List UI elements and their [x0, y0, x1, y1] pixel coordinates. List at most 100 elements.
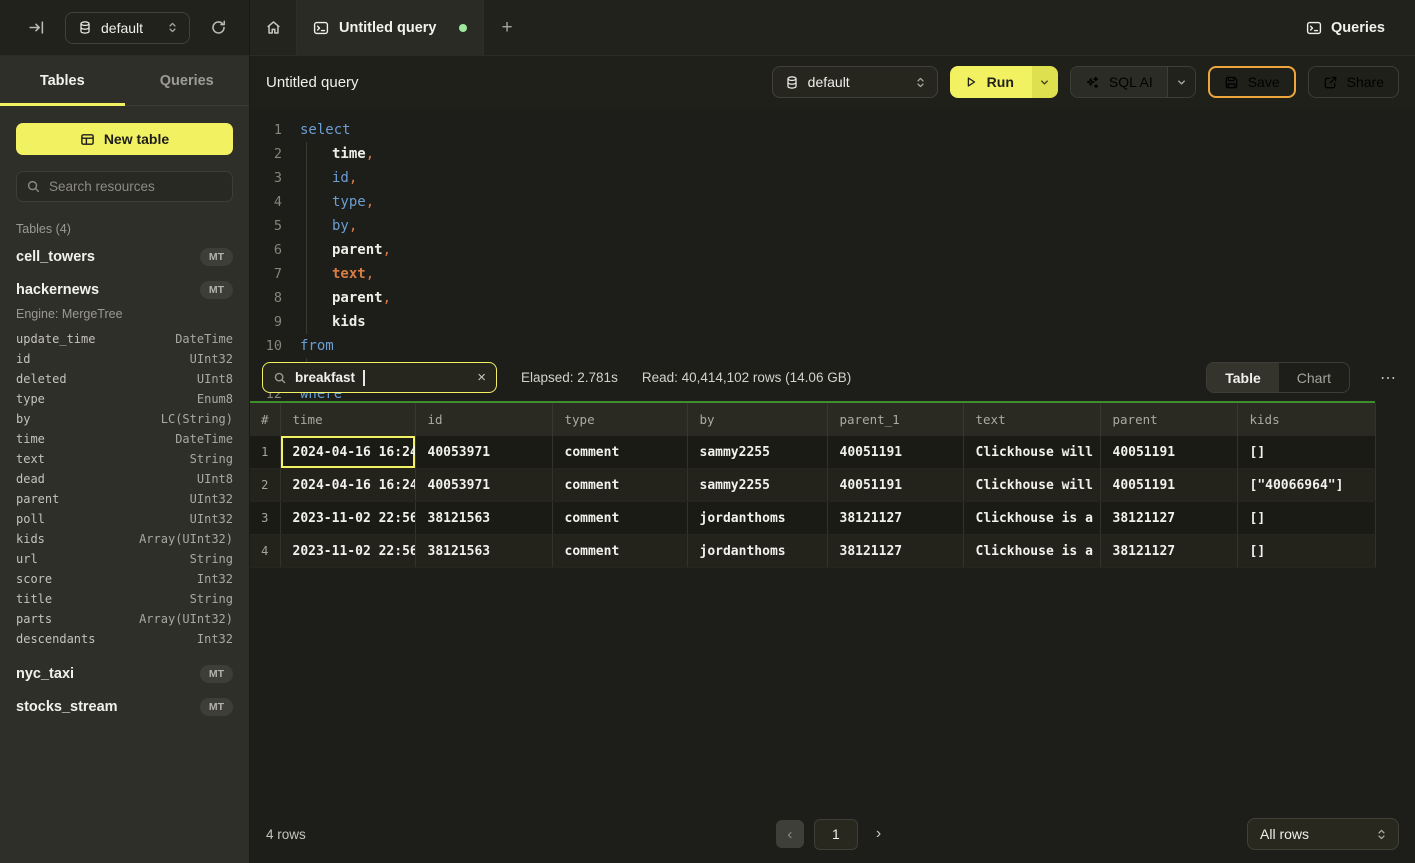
table-cell[interactable]: 38121127	[1100, 502, 1237, 535]
sidebar-tab-queries[interactable]: Queries	[125, 56, 250, 105]
indent-guide	[306, 190, 332, 214]
column-type: Int32	[197, 632, 233, 646]
table-cell[interactable]: 40051191	[827, 469, 963, 502]
row-count-label: 4 rows	[266, 827, 776, 842]
column-header[interactable]: #	[250, 403, 280, 436]
table-cell[interactable]: 40053971	[415, 469, 552, 502]
page-number-input[interactable]: 1	[814, 819, 858, 850]
search-resources-input[interactable]	[16, 171, 233, 202]
table-item[interactable]: stocks_streamMT	[16, 690, 233, 723]
tab-untitled-query[interactable]: Untitled query	[297, 0, 484, 55]
table-cell[interactable]: Clickhouse is a …	[963, 502, 1100, 535]
view-tab-table[interactable]: Table	[1207, 363, 1279, 392]
table-cell[interactable]: ["40066964"]	[1237, 469, 1375, 502]
table-cell[interactable]: 2023-11-02 22:56…	[280, 535, 415, 568]
column-row: byLC(String)	[16, 409, 233, 429]
table-cell[interactable]: []	[1237, 502, 1375, 535]
column-name: descendants	[16, 632, 95, 646]
page-size-selector[interactable]: All rows	[1247, 818, 1399, 850]
token: by	[332, 218, 349, 234]
table-cell[interactable]: jordanthoms	[687, 535, 827, 568]
sql-ai-main[interactable]: SQL AI	[1071, 67, 1167, 97]
column-row: deadUInt8	[16, 469, 233, 489]
token: kids	[332, 314, 366, 330]
home-button[interactable]	[250, 0, 297, 55]
new-table-button[interactable]: New table	[16, 123, 233, 155]
table-cell[interactable]: Clickhouse will …	[963, 436, 1100, 469]
sql-ai-button[interactable]: SQL AI	[1070, 66, 1196, 98]
query-title: Untitled query	[266, 74, 359, 91]
code-text: parent,	[300, 286, 391, 310]
table-cell[interactable]: 2023-11-02 22:56…	[280, 502, 415, 535]
table-cell[interactable]: sammy2255	[687, 469, 827, 502]
refresh-button[interactable]	[206, 15, 231, 40]
code-text: parent,	[300, 238, 391, 262]
column-header[interactable]: kids	[1237, 403, 1375, 436]
table-cell[interactable]: comment	[552, 469, 687, 502]
sql-ai-caret[interactable]	[1167, 67, 1195, 97]
column-header[interactable]: time	[280, 403, 415, 436]
table-cell[interactable]: []	[1237, 535, 1375, 568]
table-cell[interactable]: 40051191	[1100, 469, 1237, 502]
column-type: String	[190, 452, 233, 466]
column-header[interactable]: type	[552, 403, 687, 436]
table-cell[interactable]: 38121127	[827, 502, 963, 535]
table-cell[interactable]: comment	[552, 436, 687, 469]
table-item[interactable]: cell_towersMT	[16, 240, 233, 273]
table-cell[interactable]: Clickhouse is a …	[963, 535, 1100, 568]
collapse-sidebar-button[interactable]	[24, 15, 49, 40]
query-database-selector[interactable]: default	[772, 66, 938, 98]
table-cell[interactable]: 38121563	[415, 502, 552, 535]
table-cell[interactable]: 2024-04-16 16:24…	[280, 436, 415, 469]
run-options-caret[interactable]	[1032, 66, 1058, 98]
table-cell[interactable]: jordanthoms	[687, 502, 827, 535]
column-header[interactable]: text	[963, 403, 1100, 436]
table-cell[interactable]: 40051191	[827, 436, 963, 469]
table-cell[interactable]: 38121563	[415, 535, 552, 568]
table-cell[interactable]: comment	[552, 535, 687, 568]
save-button[interactable]: Save	[1208, 66, 1296, 98]
column-header[interactable]: parent_1	[827, 403, 963, 436]
queries-button[interactable]: Queries	[1306, 0, 1385, 55]
engine-badge: MT	[200, 281, 233, 299]
database-selector[interactable]: default	[65, 12, 190, 44]
token: type	[332, 194, 366, 210]
chevron-down-icon	[1039, 77, 1050, 88]
table-cell[interactable]: 38121127	[1100, 535, 1237, 568]
table-item[interactable]: hackernewsMT	[16, 273, 233, 306]
table-cell[interactable]: []	[1237, 436, 1375, 469]
previous-page-button[interactable]: ‹	[776, 820, 804, 848]
table-cell[interactable]: 38121127	[827, 535, 963, 568]
sidebar-tab-tables[interactable]: Tables	[0, 56, 125, 105]
sidebar-body: New table Tables (4) cell_towersMThacker…	[0, 106, 249, 863]
run-button[interactable]: Run	[950, 66, 1058, 98]
column-header[interactable]: id	[415, 403, 552, 436]
column-name: type	[16, 392, 45, 406]
table-item[interactable]: nyc_taxiMT	[16, 657, 233, 690]
line-number: 9	[250, 310, 282, 334]
table-cell[interactable]: comment	[552, 502, 687, 535]
column-name: by	[16, 412, 30, 426]
table-cell[interactable]: 40053971	[415, 436, 552, 469]
view-tab-chart[interactable]: Chart	[1279, 363, 1349, 392]
table-cell[interactable]: sammy2255	[687, 436, 827, 469]
new-table-label: New table	[104, 131, 169, 147]
table-cell[interactable]: 40051191	[1100, 436, 1237, 469]
more-options-button[interactable]: ⋯	[1374, 364, 1403, 392]
results-empty-space	[250, 568, 1415, 805]
share-button[interactable]: Share	[1308, 66, 1399, 98]
column-header[interactable]: parent	[1100, 403, 1237, 436]
table-cell[interactable]: 2024-04-16 16:24…	[280, 469, 415, 502]
resource-list: cell_towersMThackernewsMTEngine: MergeTr…	[16, 240, 233, 723]
results-filter-input[interactable]: breakfast ×	[262, 362, 497, 393]
code-text: type,	[300, 190, 374, 214]
new-tab-button[interactable]: +	[484, 0, 530, 55]
clear-filter-button[interactable]: ×	[477, 370, 486, 385]
run-button-main[interactable]: Run	[950, 66, 1032, 98]
column-row: partsArray(UInt32)	[16, 609, 233, 629]
next-page-button[interactable]: ›	[868, 821, 889, 847]
table-cell[interactable]: Clickhouse will …	[963, 469, 1100, 502]
column-header[interactable]: by	[687, 403, 827, 436]
chevrons-up-down-icon	[914, 76, 927, 89]
sql-editor[interactable]: 1select2time,3id,4type,5by,6parent,7text…	[250, 108, 1415, 355]
